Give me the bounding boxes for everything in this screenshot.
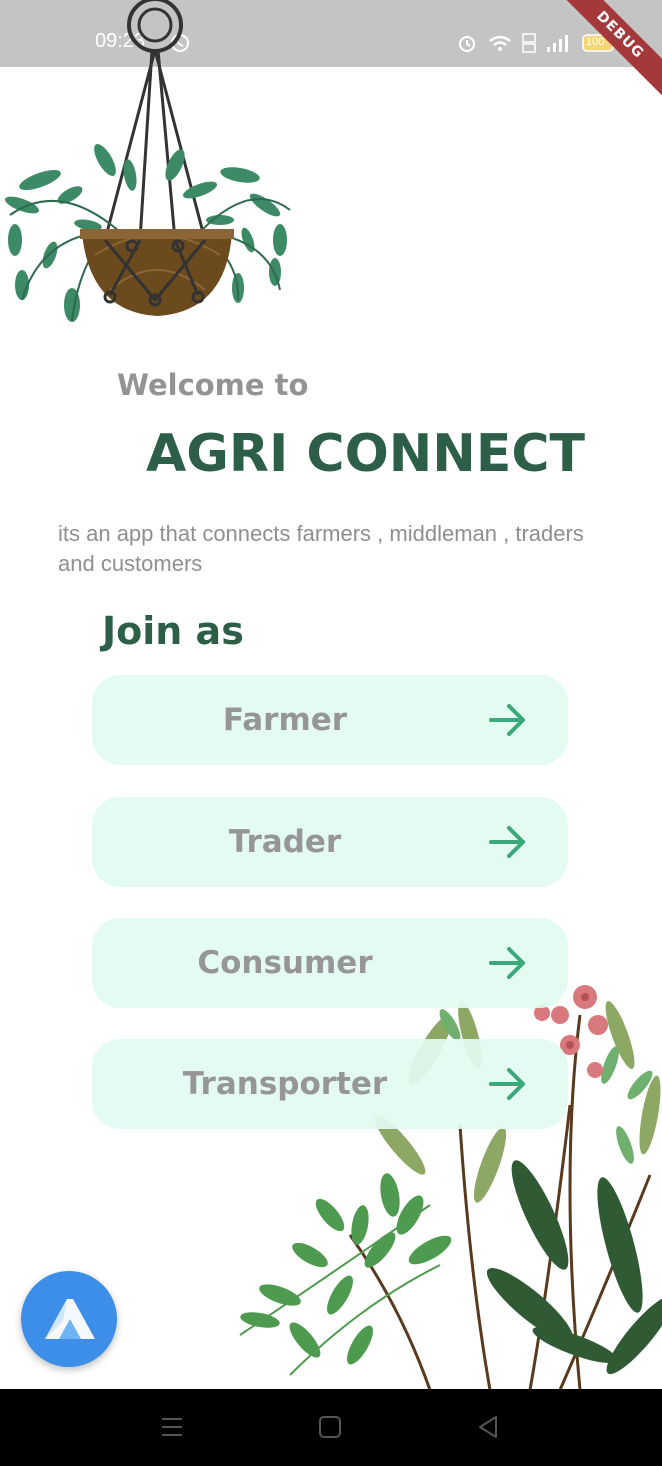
arrow-right-icon xyxy=(489,826,525,858)
role-label: Farmer xyxy=(222,702,348,738)
role-label: Consumer xyxy=(197,945,373,981)
join-transporter-button[interactable]: Transporter xyxy=(92,1039,568,1129)
role-label: Transporter xyxy=(182,1066,388,1102)
battery-level: 100 xyxy=(586,36,605,48)
app-tagline: its an app that connects farmers , middl… xyxy=(58,521,584,576)
arrow-right-icon xyxy=(489,1068,525,1100)
welcome-greeting: Welcome to xyxy=(117,368,309,402)
alarm-icon xyxy=(456,32,478,54)
hanging-plant-illustration xyxy=(4,0,291,322)
app-logo-icon xyxy=(45,1299,95,1339)
status-icons: 100 xyxy=(456,30,618,56)
arrow-right-icon xyxy=(489,947,525,979)
join-trader-button[interactable]: Trader xyxy=(92,797,568,887)
menu-icon[interactable] xyxy=(160,1415,184,1439)
join-consumer-button[interactable]: Consumer xyxy=(92,918,568,1008)
join-heading: Join as xyxy=(102,609,244,653)
foliage-illustration xyxy=(239,985,662,1390)
app-title: AGRI CONNECT xyxy=(146,424,585,484)
signal-icon xyxy=(546,33,572,53)
role-label: Trader xyxy=(228,824,342,860)
app-floating-button[interactable] xyxy=(21,1271,117,1367)
back-icon[interactable] xyxy=(476,1415,500,1439)
system-nav-bar xyxy=(0,1389,662,1466)
network-type-icon xyxy=(522,32,536,54)
arrow-right-icon xyxy=(489,704,525,736)
home-icon[interactable] xyxy=(318,1415,342,1439)
wifi-icon xyxy=(488,33,512,53)
join-farmer-button[interactable]: Farmer xyxy=(92,675,568,765)
